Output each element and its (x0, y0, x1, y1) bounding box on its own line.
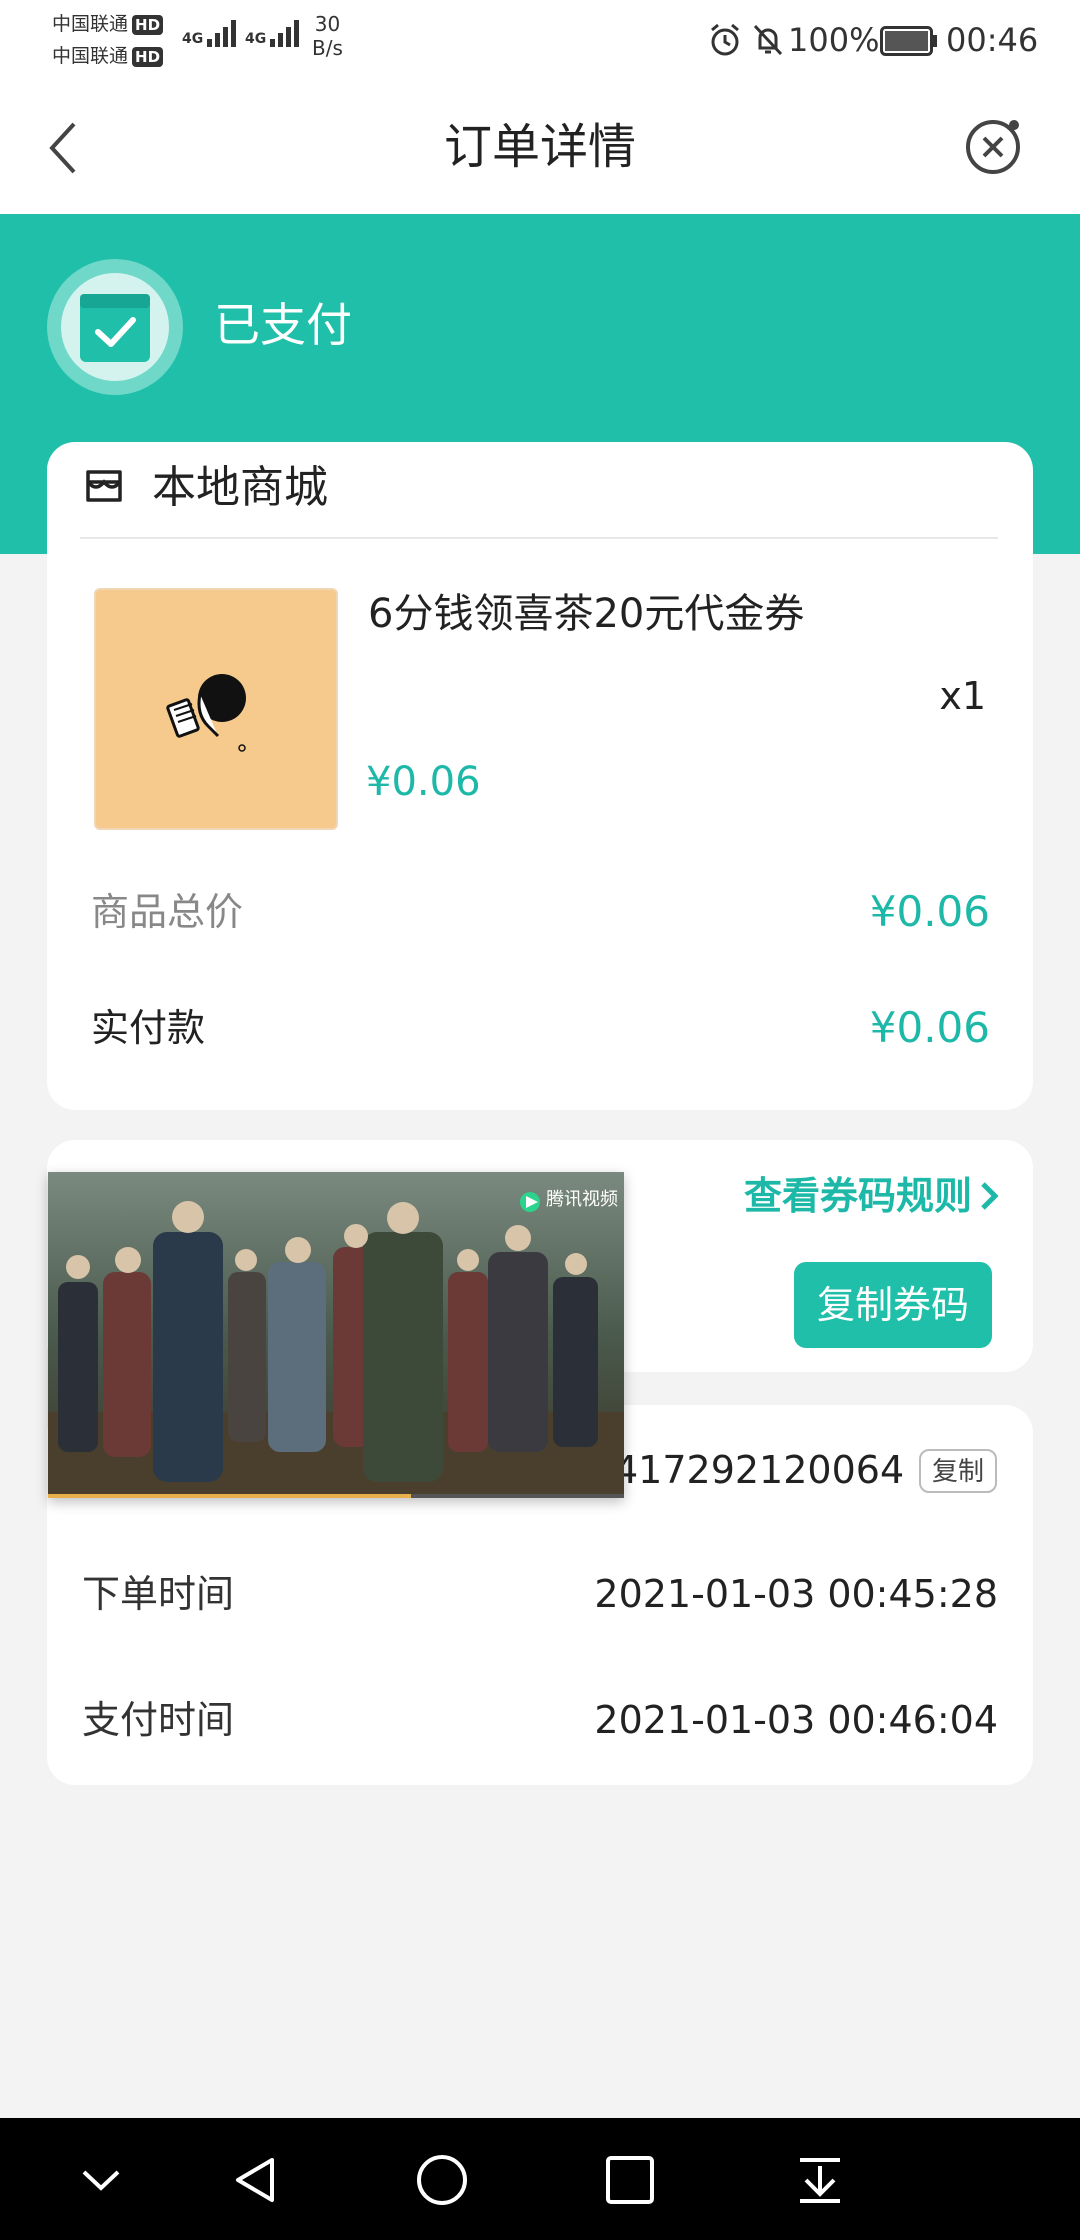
product-price: ¥0.06 (366, 759, 481, 805)
system-nav-bar (0, 2118, 1080, 2240)
order-number: 417292120064 (614, 1448, 905, 1492)
nav-home-icon[interactable] (414, 2152, 470, 2208)
floating-video-player[interactable]: 腾讯视频 (48, 1172, 624, 1498)
order-time-label: 下单时间 (82, 1572, 235, 1616)
product-logo-icon (166, 674, 246, 752)
order-status-text: 已支付 (214, 298, 352, 352)
hd-badge-2: HD (132, 46, 164, 67)
net-speed: 30 B/s (312, 12, 343, 60)
signal-bars-icon-2 (270, 20, 300, 47)
carrier-group: 中国联通 HD 中国联通 HD (52, 8, 164, 72)
nav-bar: 订单详情 (0, 80, 1080, 214)
alarm-icon (711, 23, 739, 56)
battery-percent: 100% (788, 21, 880, 59)
hide-nav-icon[interactable] (78, 2160, 124, 2200)
hd-badge: HD (132, 14, 164, 35)
close-button[interactable] (962, 114, 1026, 178)
order-time-value: 2021-01-03 00:45:28 (594, 1572, 998, 1616)
box-check-icon (80, 294, 150, 362)
video-frame (48, 1172, 624, 1498)
carrier-2: 中国联通 (52, 45, 129, 67)
chevron-right-icon (981, 1182, 999, 1210)
product-image[interactable] (94, 588, 338, 830)
nav-notification-pulldown-icon[interactable] (794, 2154, 846, 2206)
paid-amount-value: ¥0.06 (869, 1003, 990, 1052)
view-rules-label: 查看券码规则 (743, 1174, 972, 1218)
product-quantity: x1 (939, 674, 986, 718)
signal-bars-icon (207, 20, 237, 47)
shop-divider (80, 537, 998, 539)
video-watermark: 腾讯视频 (546, 1189, 618, 1210)
clock: 00:46 (946, 21, 1039, 59)
network-type-1: 4G (182, 31, 204, 47)
payment-time-label: 支付时间 (82, 1698, 235, 1742)
battery-icon (880, 26, 937, 56)
copy-order-number-button[interactable]: 复制 (919, 1449, 997, 1493)
mute-bell-icon (753, 24, 783, 56)
paid-amount-label: 实付款 (91, 1006, 206, 1050)
copy-code-button[interactable]: 复制券码 (794, 1262, 992, 1348)
shop-name: 本地商城 (152, 462, 328, 513)
payment-time-value: 2021-01-03 00:46:04 (594, 1698, 998, 1742)
video-progress-fill (48, 1494, 411, 1498)
carrier-1: 中国联通 (52, 13, 129, 35)
signal-2: 4G (245, 20, 300, 47)
network-type-2: 4G (245, 31, 267, 47)
nav-back-icon[interactable] (228, 2152, 284, 2208)
product-name[interactable]: 6分钱领喜茶20元代金券 (368, 584, 804, 644)
page-title: 订单详情 (443, 119, 636, 175)
total-price-value: ¥0.06 (869, 887, 990, 936)
view-rules-link[interactable]: 查看券码规则 (744, 1166, 1000, 1226)
net-speed-value: 30 (314, 12, 341, 36)
signal-1: 4G (182, 20, 237, 47)
back-button[interactable] (44, 118, 84, 178)
total-price-label: 商品总价 (91, 890, 244, 934)
nav-recents-icon[interactable] (604, 2154, 656, 2206)
video-progress-track[interactable] (48, 1494, 624, 1498)
net-speed-unit: B/s (312, 36, 343, 60)
status-bar: 中国联通 HD 中国联通 HD 4G 4G 30 B/s 100% 00:46 (0, 0, 1080, 80)
store-icon (86, 470, 122, 502)
